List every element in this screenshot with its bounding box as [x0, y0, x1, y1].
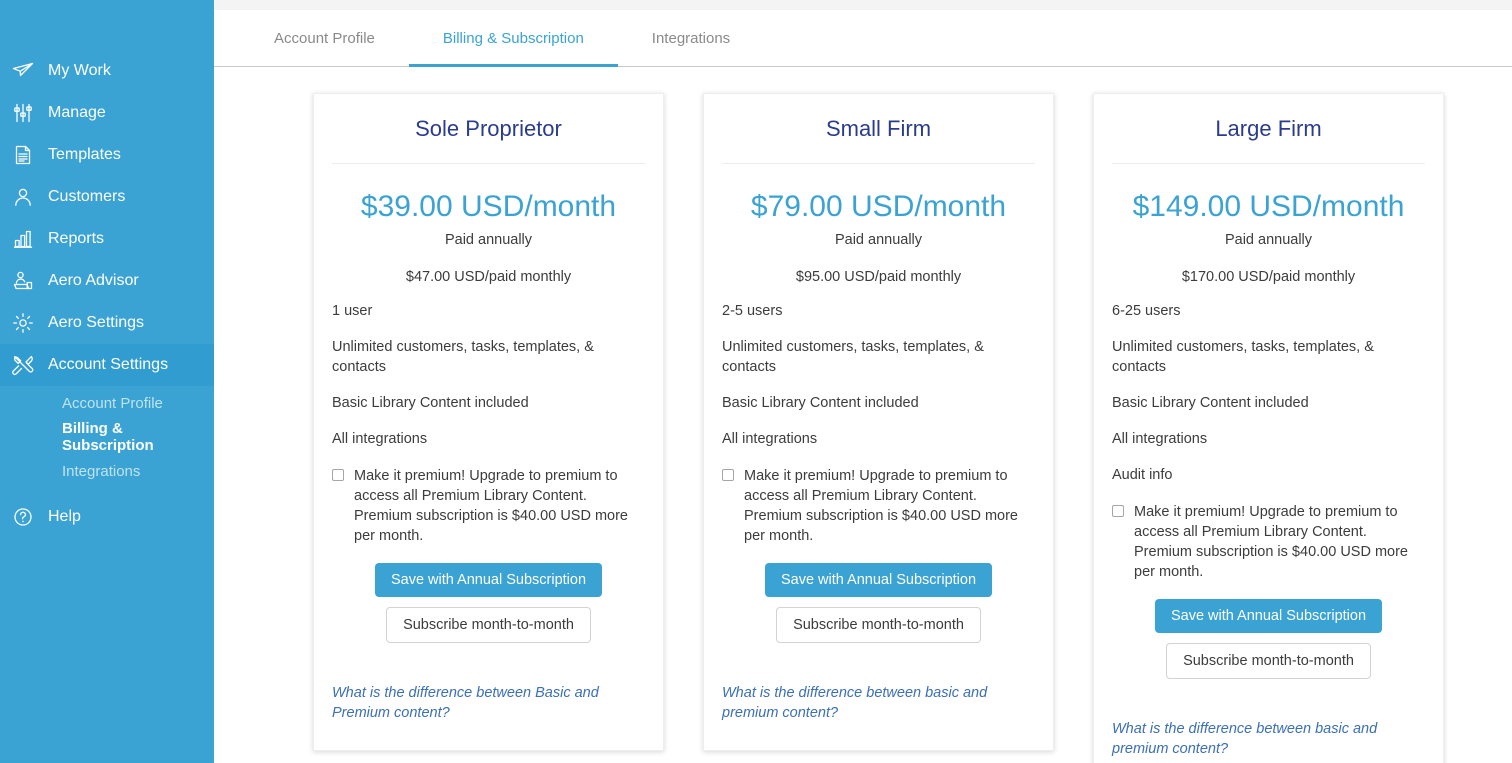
plan-button-group: Save with Annual Subscription Subscribe m… — [722, 546, 1035, 643]
sidebar-item-help[interactable]: Help — [0, 496, 214, 538]
sidebar-subitem-2[interactable]: Integrations — [0, 454, 214, 488]
main-area: Account Profile Billing & Subscription Int… — [214, 0, 1512, 763]
sidebar-item-customers[interactable]: Customers — [0, 176, 214, 218]
sidebar-item-help-label: Help — [48, 508, 81, 525]
basic-vs-premium-link[interactable]: What is the difference between basic and… — [1112, 719, 1425, 760]
plan-title: Large Firm — [1112, 116, 1425, 164]
plan-monthly-price: $170.00 USD/paid monthly — [1181, 269, 1356, 285]
advisor-desk-icon — [6, 270, 40, 292]
sidebar-item-templates[interactable]: Templates — [0, 134, 214, 176]
subscribe-month-to-month-button[interactable]: Subscribe month-to-month — [1166, 643, 1371, 679]
subscribe-month-to-month-button[interactable]: Subscribe month-to-month — [776, 607, 981, 643]
plan-feature: Basic Library Content included — [1112, 395, 1309, 411]
pricing-card: Sole Proprietor $39.00 USD/month Paid annu… — [313, 93, 664, 751]
app-root: My Work Manage Templates Customers Reports Ae… — [0, 0, 1512, 763]
sidebar-subitem-1[interactable]: Billing & Subscription — [0, 420, 214, 454]
sidebar-subitem-0[interactable]: Account Profile — [0, 386, 214, 420]
sidebar-item-manage[interactable]: Manage — [0, 92, 214, 134]
premium-upgrade-row: Make it premium! Upgrade to premium to a… — [1112, 502, 1425, 582]
plan-monthly-price: $95.00 USD/paid monthly — [795, 269, 962, 285]
premium-upgrade-checkbox[interactable] — [1112, 505, 1124, 517]
sidebar-item-manage-label: Manage — [48, 104, 106, 121]
sliders-icon — [6, 102, 40, 124]
sidebar-item-customers-label: Customers — [48, 188, 126, 205]
premium-upgrade-label: Make it premium! Upgrade to premium to a… — [744, 468, 1018, 544]
premium-upgrade-checkbox[interactable] — [722, 469, 734, 481]
tab-bar: Account Profile Billing & Subscription Int… — [214, 10, 1512, 67]
plan-price: $39.00 USD/month — [360, 190, 617, 223]
sidebar-item-aero-settings[interactable]: Aero Settings — [0, 302, 214, 344]
sidebar-item-my-work[interactable]: My Work — [0, 50, 214, 92]
bar-chart-icon — [6, 228, 40, 250]
tools-icon — [6, 354, 40, 376]
plan-feature: 1 user — [332, 303, 373, 319]
plan-price: $149.00 USD/month — [1132, 190, 1405, 223]
sidebar-nav-list: My Work Manage Templates Customers Reports Ae… — [0, 50, 214, 386]
gear-icon — [6, 312, 40, 334]
save-annual-subscription-button[interactable]: Save with Annual Subscription — [374, 563, 603, 597]
question-circle-icon — [6, 507, 40, 527]
plan-feature: All integrations — [332, 431, 428, 447]
sidebar-subnav-list: Account Profile Billing & Subscription Int… — [0, 386, 214, 488]
plan-feature: 2-5 users — [722, 303, 783, 319]
plan-billing-period: Paid annually — [444, 232, 533, 248]
plan-feature: 6-25 users — [1112, 303, 1181, 319]
sidebar-item-account-settings-label: Account Settings — [48, 356, 169, 373]
plan-feature: Unlimited customers, tasks, templates, &… — [722, 339, 984, 375]
save-annual-subscription-button[interactable]: Save with Annual Subscription — [1154, 599, 1383, 633]
plan-feature: All integrations — [1112, 431, 1208, 447]
sidebar-item-aero-advisor-label: Aero Advisor — [48, 272, 139, 289]
plan-feature: All integrations — [722, 431, 818, 447]
premium-upgrade-checkbox[interactable] — [332, 469, 344, 481]
plan-feature: Unlimited customers, tasks, templates, &… — [332, 339, 594, 375]
top-strip — [214, 0, 1512, 10]
sidebar-item-my-work-label: My Work — [48, 62, 111, 79]
tab-2[interactable]: Integrations — [618, 10, 764, 66]
plan-button-group: Save with Annual Subscription Subscribe m… — [332, 546, 645, 643]
pricing-card: Small Firm $79.00 USD/month Paid annually $… — [703, 93, 1054, 751]
sidebar-item-account-settings[interactable]: Account Settings — [0, 344, 214, 386]
sidebar-item-reports-label: Reports — [48, 230, 105, 247]
document-icon — [6, 144, 40, 166]
sidebar-item-aero-settings-label: Aero Settings — [48, 314, 145, 331]
premium-upgrade-row: Make it premium! Upgrade to premium to a… — [722, 466, 1035, 546]
plan-feature: Basic Library Content included — [332, 395, 529, 411]
sidebar-item-reports[interactable]: Reports — [0, 218, 214, 260]
sidebar-item-aero-advisor[interactable]: Aero Advisor — [0, 260, 214, 302]
sidebar: My Work Manage Templates Customers Reports Ae… — [0, 0, 214, 763]
premium-upgrade-label: Make it premium! Upgrade to premium to a… — [1134, 504, 1408, 580]
basic-vs-premium-link[interactable]: What is the difference between basic and… — [722, 683, 1035, 724]
plan-billing-period: Paid annually — [834, 232, 923, 248]
save-annual-subscription-button[interactable]: Save with Annual Subscription — [764, 563, 993, 597]
basic-vs-premium-link[interactable]: What is the difference between Basic and… — [332, 683, 645, 724]
pricing-card-list: Sole Proprietor $39.00 USD/month Paid annu… — [214, 67, 1512, 763]
plan-feature: Audit info — [1112, 467, 1173, 483]
subscribe-month-to-month-button[interactable]: Subscribe month-to-month — [386, 607, 591, 643]
premium-upgrade-row: Make it premium! Upgrade to premium to a… — [332, 466, 645, 546]
plan-monthly-price: $47.00 USD/paid monthly — [405, 269, 572, 285]
user-icon — [6, 186, 40, 208]
paper-plane-icon — [6, 60, 40, 82]
plan-feature: Basic Library Content included — [722, 395, 919, 411]
plan-feature: Unlimited customers, tasks, templates, &… — [1112, 339, 1374, 375]
content-area: Sole Proprietor $39.00 USD/month Paid annu… — [214, 67, 1512, 763]
plan-price: $79.00 USD/month — [750, 190, 1007, 223]
plan-title: Small Firm — [722, 116, 1035, 164]
premium-upgrade-label: Make it premium! Upgrade to premium to a… — [354, 468, 628, 544]
sidebar-item-templates-label: Templates — [48, 146, 121, 163]
tab-0[interactable]: Account Profile — [240, 10, 409, 66]
plan-billing-period: Paid annually — [1224, 232, 1313, 248]
plan-title: Sole Proprietor — [332, 116, 645, 164]
plan-button-group: Save with Annual Subscription Subscribe m… — [1112, 582, 1425, 679]
tab-1[interactable]: Billing & Subscription — [408, 10, 618, 67]
pricing-card: Large Firm $149.00 USD/month Paid annually… — [1093, 93, 1444, 763]
